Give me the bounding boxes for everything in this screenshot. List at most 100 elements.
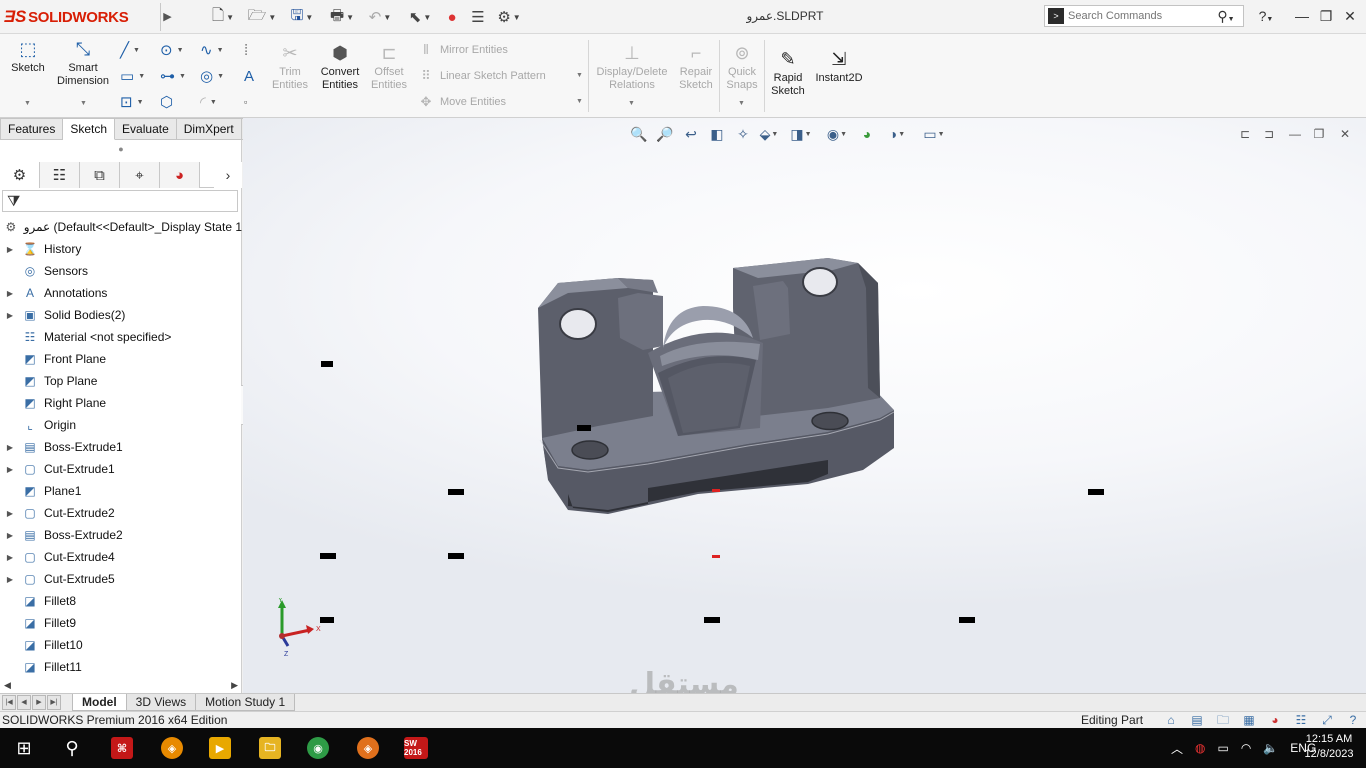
- restore-button[interactable]: ❐: [1314, 5, 1338, 27]
- snaps-dropdown-icon[interactable]: ▼: [738, 100, 745, 107]
- close-button[interactable]: ✕: [1338, 5, 1362, 27]
- arc-tool[interactable]: ◎ ▼: [200, 66, 230, 86]
- expand-arrow-icon[interactable]: ▶: [0, 443, 20, 452]
- tree-item[interactable]: ▶ ▢ Cut-Extrude2: [0, 502, 242, 524]
- view-settings-icon[interactable]: ▭ ▼: [914, 123, 954, 145]
- dimension-dropdown-icon[interactable]: ▼: [80, 100, 87, 107]
- tree-root-part[interactable]: ⚙ عمرو (Default<<Default>_Display State …: [0, 216, 242, 238]
- save-button[interactable]: 🖫 ▼: [284, 7, 320, 27]
- convert-entities-button[interactable]: ⬢ Convert Entities: [316, 42, 364, 92]
- expand-arrow-icon[interactable]: ▶: [0, 465, 20, 474]
- expand-arrow-icon[interactable]: ▶: [0, 575, 20, 584]
- property-manager-tab-icon[interactable]: ☷: [40, 162, 80, 188]
- tree-item[interactable]: ▶ ⌛ History: [0, 238, 242, 260]
- command-tab-sketch[interactable]: Sketch: [63, 118, 116, 140]
- select-button[interactable]: ⬉ ▼: [402, 7, 438, 27]
- tree-item[interactable]: ⌞ Origin: [0, 414, 242, 436]
- chrome-taskbar-button[interactable]: ◉: [294, 728, 342, 768]
- wifi-icon[interactable]: ◠: [1241, 741, 1251, 755]
- tree-item[interactable]: ◩ Top Plane: [0, 370, 242, 392]
- battery-icon[interactable]: ▭: [1218, 741, 1229, 755]
- first-tab-icon[interactable]: |◀: [2, 695, 16, 710]
- minimize-button[interactable]: —: [1290, 5, 1314, 27]
- tree-item[interactable]: ▶ ▣ Solid Bodies(2): [0, 304, 242, 326]
- tree-item[interactable]: ▶ ▤ Boss-Extrude2: [0, 524, 242, 546]
- smart-dimension-button[interactable]: ⤡ Smart Dimension: [57, 38, 109, 88]
- scroll-right-icon[interactable]: ▶: [231, 680, 238, 691]
- display-style-icon[interactable]: ◨ ▼: [782, 123, 820, 145]
- tree-item[interactable]: ◪ Fillet11: [0, 656, 242, 678]
- expand-arrow-icon[interactable]: ▶: [0, 245, 20, 254]
- expand-arrow-icon[interactable]: ▶: [0, 553, 20, 562]
- linear-sketch-pattern-button[interactable]: ⠿ Linear Sketch Pattern: [418, 68, 546, 84]
- command-tab-features[interactable]: Features: [0, 118, 64, 140]
- solidworks-logo[interactable]: ƎS SOLIDWORKS: [4, 7, 129, 27]
- sketch-dropdown-icon[interactable]: ▼: [24, 100, 31, 107]
- apply-scene-icon[interactable]: ◑ ▼: [880, 123, 914, 145]
- hide-show-items-icon[interactable]: ◉ ▼: [820, 123, 854, 145]
- undo-button[interactable]: ↶ ▼: [362, 7, 398, 27]
- options-button[interactable]: ⚙ ▼: [492, 7, 526, 27]
- point-tool[interactable]: ▫: [244, 92, 274, 112]
- help-button[interactable]: ?▼: [1252, 5, 1280, 27]
- expand-arrow-icon[interactable]: ▶: [0, 311, 20, 320]
- relations-dropdown-icon[interactable]: ▼: [628, 100, 635, 107]
- polygon-tool[interactable]: ⬡: [160, 92, 190, 112]
- bottom-tab-model[interactable]: Model: [72, 694, 127, 711]
- search-taskbar-button[interactable]: ⚲: [48, 728, 96, 768]
- command-tab-evaluate[interactable]: Evaluate: [115, 118, 177, 140]
- grid-icon[interactable]: ▦: [1236, 712, 1262, 729]
- last-tab-icon[interactable]: ▶|: [47, 695, 61, 710]
- tree-item[interactable]: ▶ ▤ Boss-Extrude1: [0, 436, 242, 458]
- display-manager-tab-icon[interactable]: ◕: [160, 162, 200, 188]
- quick-snaps-button[interactable]: ⊚ Quick Snaps: [722, 42, 762, 92]
- next-tab-icon[interactable]: ▶: [32, 695, 46, 710]
- graphics-area[interactable]: 🔍 🔎 ↩ ◧ ✧ ⬙ ▼ ◨ ▼ ◉ ▼ ◕ ◑ ▼ ▭ ▼ ⊏ ⊐ — ❐ ✕: [243, 118, 1366, 693]
- tree-item[interactable]: ◩ Right Plane: [0, 392, 242, 414]
- rebuild-button[interactable]: ●: [442, 7, 462, 27]
- tree-item[interactable]: ◎ Sensors: [0, 260, 242, 282]
- solidworks-taskbar-button[interactable]: SW 2016: [392, 728, 440, 768]
- expand-arrow-icon[interactable]: ▶: [0, 509, 20, 518]
- tree-item[interactable]: ▶ ▢ Cut-Extrude5: [0, 568, 242, 590]
- media-player-taskbar-button[interactable]: ▶: [196, 728, 244, 768]
- volume-icon[interactable]: 🔈: [1263, 741, 1278, 755]
- display-delete-relations-button[interactable]: ⊥ Display/Delete Relations: [594, 42, 670, 92]
- panel-grip-icon[interactable]: ●: [0, 140, 242, 158]
- offset-entities-button[interactable]: ⊏ Offset Entities: [368, 42, 410, 92]
- bottom-tab-3d-views[interactable]: 3D Views: [125, 694, 197, 711]
- part-model-3d[interactable]: [528, 248, 908, 538]
- expand-arrow-icon[interactable]: ▶: [0, 289, 20, 298]
- appearance-icon[interactable]: ◕: [1262, 712, 1288, 729]
- help-status-icon[interactable]: ?: [1340, 712, 1366, 729]
- circle-tool[interactable]: ⊙ ▼: [160, 40, 190, 60]
- rectangle-tool[interactable]: ▭ ▼: [120, 66, 150, 86]
- start-button[interactable]: ⊞: [0, 728, 48, 768]
- print-button[interactable]: 🖶 ▼: [324, 7, 360, 27]
- reference-triad[interactable]: Y X Z: [268, 598, 328, 658]
- search-button[interactable]: ⚲▼: [1208, 5, 1244, 27]
- tree-item[interactable]: ▶ A Annotations: [0, 282, 242, 304]
- viewport-minimize-icon[interactable]: —: [1283, 125, 1307, 143]
- configuration-manager-tab-icon[interactable]: ⧉: [80, 162, 120, 188]
- bottom-tab-motion-study-1[interactable]: Motion Study 1: [195, 694, 296, 711]
- straight-slot-tool[interactable]: ⊡ ▼: [120, 92, 150, 112]
- expand-arrow-icon[interactable]: ▶: [0, 531, 20, 540]
- sketch-fillet-tool[interactable]: ◜ ▼: [200, 92, 230, 112]
- document-icon[interactable]: ▤: [1184, 712, 1210, 729]
- dynamic-annotation-icon[interactable]: ✧: [730, 123, 756, 145]
- zoom-to-area-icon[interactable]: 🔎: [652, 123, 678, 145]
- resize-icon[interactable]: ⤢: [1314, 712, 1340, 729]
- viewport-close-icon[interactable]: ✕: [1333, 125, 1357, 143]
- brave-taskbar-button[interactable]: ◈: [344, 728, 392, 768]
- tree-item[interactable]: ▶ ▢ Cut-Extrude1: [0, 458, 242, 480]
- previous-view-icon[interactable]: ↩: [678, 123, 704, 145]
- viewport-tile-left-icon[interactable]: ⊏: [1233, 125, 1257, 143]
- trim-entities-button[interactable]: ✂ Trim Entities: [270, 42, 310, 92]
- repair-sketch-button[interactable]: ⌐ Repair Sketch: [676, 42, 716, 92]
- tree-item[interactable]: ☷ Material <not specified>: [0, 326, 242, 348]
- section-view-icon[interactable]: ◧: [704, 123, 730, 145]
- more-tabs-arrow-icon[interactable]: ›: [214, 162, 242, 188]
- edit-appearance-icon[interactable]: ◕: [854, 123, 880, 145]
- menu-expand-arrow-icon[interactable]: ▶: [160, 3, 174, 31]
